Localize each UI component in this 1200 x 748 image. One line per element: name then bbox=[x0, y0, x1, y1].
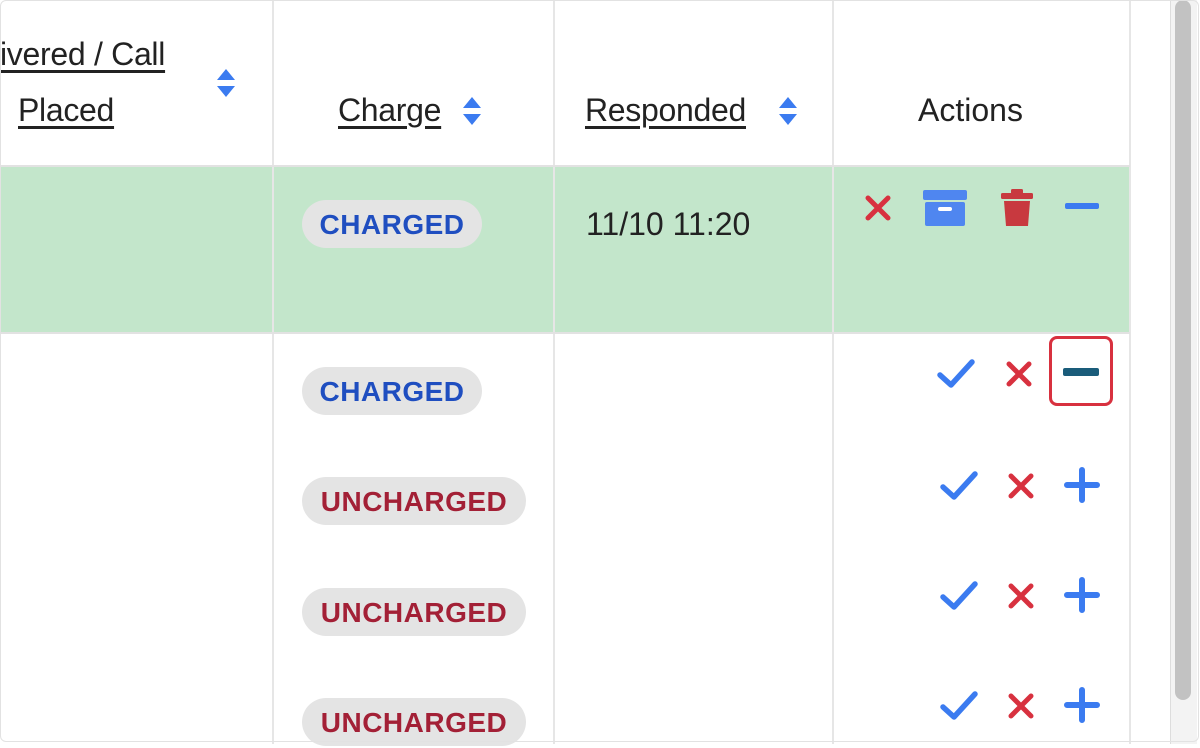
column-divider bbox=[1129, 0, 1131, 744]
header-charge[interactable]: Charge bbox=[338, 92, 441, 129]
responded-time: 11/10 11:20 bbox=[586, 206, 751, 242]
scrollbar-thumb[interactable] bbox=[1175, 0, 1191, 700]
header-divider bbox=[0, 165, 1130, 167]
check-icon[interactable] bbox=[940, 470, 978, 502]
plus-icon[interactable] bbox=[1064, 577, 1100, 613]
charge-badge: UNCHARGED bbox=[302, 477, 526, 525]
close-icon[interactable] bbox=[1007, 692, 1035, 720]
row-divider bbox=[0, 332, 1130, 334]
close-icon[interactable] bbox=[1007, 472, 1035, 500]
charge-badge: UNCHARGED bbox=[302, 698, 526, 746]
charge-badge: CHARGED bbox=[302, 367, 482, 415]
minus-icon[interactable] bbox=[1064, 198, 1100, 214]
plus-icon[interactable] bbox=[1064, 467, 1100, 503]
close-icon[interactable] bbox=[1007, 582, 1035, 610]
header-delivered-line1[interactable]: ivered / Call bbox=[0, 36, 165, 73]
charge-badge: CHARGED bbox=[302, 200, 482, 248]
focus-highlight bbox=[1049, 336, 1113, 406]
column-divider bbox=[272, 0, 274, 744]
charge-badge: UNCHARGED bbox=[302, 588, 526, 636]
column-divider bbox=[553, 0, 555, 744]
header-responded[interactable]: Responded bbox=[585, 92, 746, 129]
header-delivered-line2[interactable]: Placed bbox=[18, 92, 114, 129]
table-view: ivered / Call Placed Charge Responded Ac… bbox=[0, 0, 1200, 746]
trash-icon[interactable] bbox=[1000, 188, 1034, 228]
check-icon[interactable] bbox=[940, 580, 978, 612]
check-icon[interactable] bbox=[940, 690, 978, 722]
sort-icon[interactable] bbox=[216, 68, 236, 98]
column-divider bbox=[832, 0, 834, 744]
close-icon[interactable] bbox=[1005, 360, 1033, 388]
sort-icon[interactable] bbox=[778, 96, 798, 126]
plus-icon[interactable] bbox=[1064, 687, 1100, 723]
sort-icon[interactable] bbox=[462, 96, 482, 126]
header-actions: Actions bbox=[918, 92, 1023, 128]
archive-icon[interactable] bbox=[922, 188, 968, 228]
close-icon[interactable] bbox=[864, 194, 892, 222]
check-icon[interactable] bbox=[937, 358, 975, 390]
